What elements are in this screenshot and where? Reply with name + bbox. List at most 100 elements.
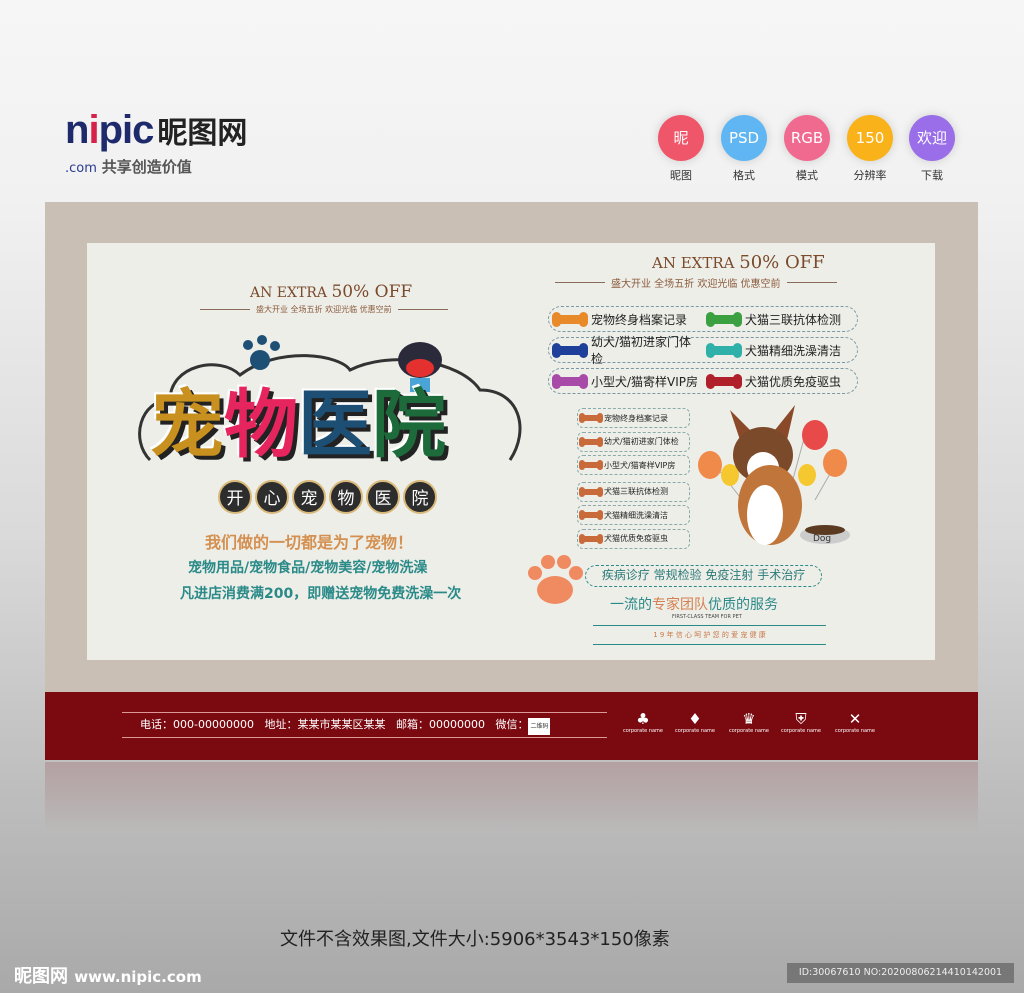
service-text: 犬猫精细洗澡清洁 xyxy=(745,343,842,358)
products-line: 宠物用品/宠物食品/宠物美容/宠物洗澡 xyxy=(188,560,428,576)
right-subline: 盛大开业 全场五折 欢迎光临 优惠空前 xyxy=(555,275,837,290)
small-service-text: 犬猫优质免疫驱虫 xyxy=(604,534,668,543)
shield-icon: ⛨ xyxy=(795,710,807,728)
small-service-text: 小型犬/猫寄样VIP房 xyxy=(604,460,676,470)
bone-icon xyxy=(579,486,603,497)
bone-icon xyxy=(706,373,742,389)
promo-line: 凡进店消费满200，即赠送宠物免费洗澡一次 xyxy=(180,586,462,602)
logo-tagline: 共享创造价值 xyxy=(101,158,192,176)
badge-circle: RGB xyxy=(784,115,830,161)
badge-1: PSD 格式 xyxy=(721,115,767,183)
subtitle-circles: 开心宠物医院 xyxy=(218,480,440,514)
logo-text: i xyxy=(88,108,99,152)
qr-code-placeholder: 二维码 xyxy=(528,718,551,735)
bone-icon xyxy=(706,342,742,358)
right-offer: AN EXTRA 50% OFF xyxy=(652,252,825,273)
motto: 1 9 年 信 心 呵 护 您 的 爱 宠 健 康 xyxy=(593,625,826,645)
nipic-logo[interactable]: nipic 昵图网 .com 共享创造价值 xyxy=(65,108,248,176)
team-text: 优质的服务 xyxy=(708,597,778,613)
services-pill: 疾病诊疗 常规检验 免疫注射 手术治疗 xyxy=(585,565,822,587)
bottom-logo[interactable]: 昵图网 www.nipic.com xyxy=(14,962,202,988)
bone-icon xyxy=(579,510,603,520)
service-item: 犬猫优质免疫驱虫 xyxy=(703,373,857,390)
service-item: 幼犬/猫初进家门体检 xyxy=(549,333,703,367)
bone-icon xyxy=(579,413,603,423)
badge-circle: 昵 xyxy=(658,115,704,161)
logo-cn: 昵图网 xyxy=(157,116,248,151)
left-subline: 盛大开业 全场五折 欢迎光临 优惠空前 xyxy=(200,304,448,315)
corgi-with-balloons-image: Dog xyxy=(698,405,850,545)
bone-icon xyxy=(552,342,588,358)
small-service-text: 幼犬/猫初进家门体检 xyxy=(604,437,679,446)
title-char: 宠 xyxy=(150,382,224,468)
badge-label: 昵图 xyxy=(670,169,692,182)
small-service-text: 犬猫精细洗澡清洁 xyxy=(604,510,668,520)
badge-3: 150 分辨率 xyxy=(847,115,893,183)
bottom-url: www.nipic.com xyxy=(74,968,202,986)
service-pill-row: 幼犬/猫初进家门体检 犬猫精细洗澡清洁 xyxy=(548,335,858,366)
offer-text: AN EXTRA xyxy=(250,285,332,301)
small-service-text: 宠物终身档案记录 xyxy=(604,413,668,423)
network-icon: ✕ xyxy=(848,710,862,728)
corporate-name: corporate name xyxy=(728,728,770,734)
slogan: 我们做的一切都是为了宠物！ xyxy=(205,533,414,552)
corporate-logo: ♣ corporate name xyxy=(618,710,668,734)
diamond-icon: ♦ xyxy=(688,710,702,728)
corporate-logo: ♦ corporate name xyxy=(670,710,720,734)
corporate-name: corporate name xyxy=(834,728,876,734)
small-service-item: 犬猫优质免疫驱虫 xyxy=(577,528,690,549)
email: 邮箱：00000000 xyxy=(395,718,485,731)
crown-icon: ♛ xyxy=(742,710,756,728)
circle-char: 心 xyxy=(255,480,289,514)
corporate-name: corporate name xyxy=(622,728,664,734)
title-char: 医 xyxy=(298,382,372,468)
service-pill-row: 宠物终身档案记录 犬猫三联抗体检测 xyxy=(548,306,858,332)
bone-icon xyxy=(552,311,588,327)
team-text: 一流的 xyxy=(610,597,652,613)
logo-domain: .com xyxy=(65,161,97,176)
offer-percent: 50% OFF xyxy=(331,282,413,302)
contact-info: 电话：000-00000000 地址：某某市某某区某某 邮箱：00000000 … xyxy=(122,712,607,738)
badge-label: 下载 xyxy=(921,169,943,182)
service-text: 犬猫优质免疫驱虫 xyxy=(745,374,842,389)
corporate-name: corporate name xyxy=(674,728,716,734)
wechat-label: 微信： xyxy=(495,718,529,731)
circle-char: 开 xyxy=(218,480,252,514)
badge-0: 昵昵图 xyxy=(658,115,704,183)
badge-circle: 150 xyxy=(847,115,893,161)
service-pill-row: 小型犬/猫寄样VIP房 犬猫优质免疫驱虫 xyxy=(548,368,858,394)
badge-4: 欢迎 下载 xyxy=(909,115,955,183)
address: 地址：某某市某某区某某 xyxy=(264,718,386,731)
service-text: 小型犬/猫寄样VIP房 xyxy=(591,374,699,389)
service-text: 幼犬/猫初进家门体检 xyxy=(590,335,692,366)
offer-percent: 50% OFF xyxy=(739,252,825,273)
corporate-name: corporate name xyxy=(780,728,822,734)
small-service-item: 犬猫三联抗体检测 xyxy=(577,481,690,502)
bone-icon xyxy=(706,311,742,327)
team-highlight: 专家团队 xyxy=(652,597,708,613)
circle-char: 宠 xyxy=(292,480,326,514)
small-service-item: 犬猫精细洗澡清洁 xyxy=(577,505,690,525)
small-service-text: 犬猫三联抗体检测 xyxy=(604,487,668,496)
corporate-logo: ✕ corporate name xyxy=(830,710,880,734)
team-heading: 一流的专家团队优质的服务 xyxy=(610,594,778,614)
bowl-label: Dog xyxy=(813,534,831,544)
title-char: 院 xyxy=(372,382,446,468)
bottom-logo-cn: 昵图网 xyxy=(14,966,68,987)
offer-text: AN EXTRA xyxy=(652,254,740,272)
bone-icon xyxy=(579,533,603,544)
service-item: 犬猫三联抗体检测 xyxy=(703,311,857,328)
paw-print-icon xyxy=(528,555,583,604)
small-service-item: 小型犬/猫寄样VIP房 xyxy=(577,455,690,475)
bone-icon xyxy=(552,373,588,389)
logo-text: pic xyxy=(98,108,155,152)
image-id-label: ID:30067610 NO:20200806214410142001 xyxy=(787,963,1014,983)
reflection xyxy=(45,762,978,832)
phone: 电话：000-00000000 xyxy=(140,718,254,731)
service-text: 宠物终身档案记录 xyxy=(591,312,688,327)
badge-circle: PSD xyxy=(721,115,767,161)
service-item: 小型犬/猫寄样VIP房 xyxy=(549,373,703,390)
main-title: 宠物医院 xyxy=(150,365,446,472)
badge-circle: 欢迎 xyxy=(909,115,955,161)
circle-char: 医 xyxy=(366,480,400,514)
